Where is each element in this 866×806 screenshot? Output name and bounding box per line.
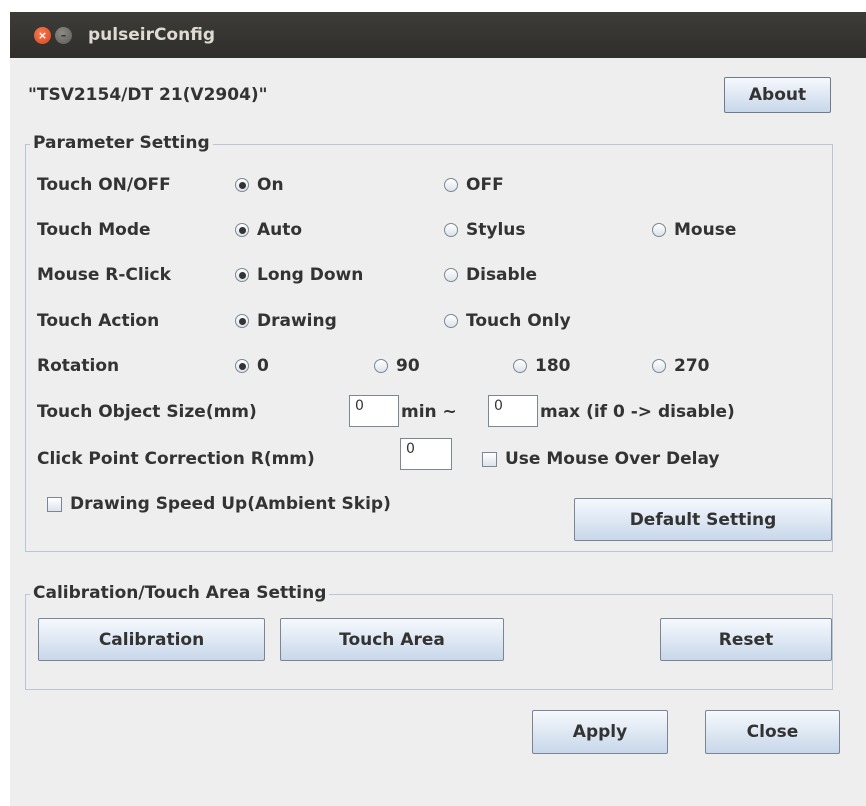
- device-model-label: "TSV2154/DT 21(V2904)": [28, 85, 268, 105]
- object-size-max-input[interactable]: [488, 395, 538, 427]
- rotation-90-label: 90: [396, 356, 420, 376]
- rclick-disable-label: Disable: [466, 265, 538, 285]
- calibration-title: Calibration/Touch Area Setting: [30, 582, 330, 604]
- drawing-speed-up-checkbox[interactable]: Drawing Speed Up(Ambient Skip): [47, 493, 391, 515]
- action-drawing-label: Drawing: [257, 311, 337, 331]
- drawing-speed-up-label: Drawing Speed Up(Ambient Skip): [70, 494, 391, 514]
- touch-object-size-label: Touch Object Size(mm): [37, 402, 257, 422]
- touch-off-radio[interactable]: OFF: [444, 174, 504, 196]
- touch-on-label: On: [257, 175, 284, 195]
- title-bar: × – pulseirConfig: [10, 12, 866, 58]
- window-title: pulseirConfig: [88, 25, 215, 45]
- default-setting-button[interactable]: Default Setting: [574, 498, 832, 541]
- rclick-disable-radio[interactable]: Disable: [444, 264, 537, 286]
- rotation-270-label: 270: [674, 356, 710, 376]
- touch-mode-auto-radio[interactable]: Auto: [235, 219, 302, 241]
- window-close-button[interactable]: ×: [34, 27, 51, 44]
- use-mouse-over-delay-checkbox[interactable]: Use Mouse Over Delay: [482, 448, 720, 470]
- about-button[interactable]: About: [724, 77, 831, 113]
- reset-button[interactable]: Reset: [660, 618, 832, 661]
- use-mouse-over-delay-label: Use Mouse Over Delay: [505, 449, 720, 469]
- parameter-setting-group: [25, 144, 833, 552]
- window-minimize-button[interactable]: –: [55, 27, 72, 44]
- parameter-setting-title: Parameter Setting: [30, 132, 213, 154]
- rclick-long-down-label: Long Down: [257, 265, 364, 285]
- object-size-min-suffix: min ~: [401, 402, 457, 422]
- apply-button[interactable]: Apply: [532, 710, 668, 754]
- close-button[interactable]: Close: [705, 710, 840, 754]
- touch-mode-mouse-radio[interactable]: Mouse: [652, 219, 736, 241]
- action-touch-only-label: Touch Only: [466, 311, 571, 331]
- touch-on-radio[interactable]: On: [235, 174, 284, 196]
- click-correction-input[interactable]: [400, 438, 452, 470]
- object-size-max-suffix: max (if 0 -> disable): [540, 402, 735, 422]
- touch-mode-stylus-label: Stylus: [466, 220, 526, 240]
- rotation-90-radio[interactable]: 90: [374, 355, 420, 377]
- calibration-button[interactable]: Calibration: [38, 618, 265, 661]
- touch-action-label: Touch Action: [37, 311, 160, 331]
- touch-area-button[interactable]: Touch Area: [280, 618, 504, 661]
- action-touch-only-radio[interactable]: Touch Only: [444, 310, 571, 332]
- touch-off-label: OFF: [466, 175, 504, 195]
- object-size-min-input[interactable]: [349, 395, 399, 427]
- rclick-long-down-radio[interactable]: Long Down: [235, 264, 363, 286]
- rotation-270-radio[interactable]: 270: [652, 355, 710, 377]
- touch-mode-auto-label: Auto: [257, 220, 303, 240]
- touch-mode-mouse-label: Mouse: [674, 220, 737, 240]
- rotation-180-label: 180: [535, 356, 571, 376]
- action-drawing-radio[interactable]: Drawing: [235, 310, 337, 332]
- pulseirconfig-window: × – pulseirConfig "TSV2154/DT 21(V2904)"…: [10, 12, 866, 806]
- rotation-0-label: 0: [257, 356, 269, 376]
- rotation-0-radio[interactable]: 0: [235, 355, 269, 377]
- rotation-180-radio[interactable]: 180: [513, 355, 571, 377]
- rotation-label: Rotation: [37, 356, 120, 376]
- mouse-rclick-label: Mouse R-Click: [37, 265, 171, 285]
- touch-mode-stylus-radio[interactable]: Stylus: [444, 219, 526, 241]
- click-correction-label: Click Point Correction R(mm): [37, 449, 315, 469]
- touch-mode-label: Touch Mode: [37, 220, 151, 240]
- touch-onoff-label: Touch ON/OFF: [37, 175, 171, 195]
